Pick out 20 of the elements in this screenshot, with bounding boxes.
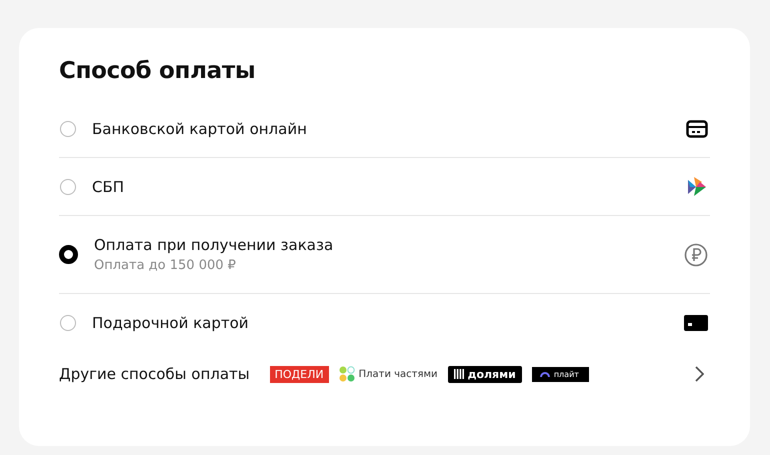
payment-option-label[interactable]: СБП [92,178,670,196]
radio-button[interactable] [60,178,76,194]
plait-logo: плайт [532,366,589,382]
radio-button[interactable] [59,245,78,264]
gift-card-icon [684,314,708,330]
payment-option-label[interactable]: Подарочной картой [92,314,668,332]
radio-button[interactable] [60,120,76,136]
payment-option-label[interactable]: Оплата при получении заказа [94,236,668,254]
ruble-icon [684,242,708,266]
podeli-logo: ПОДЕЛИ [270,366,329,382]
payment-limit-note: Оплата до 150 000 ₽ [94,258,237,273]
chevron-right-icon[interactable] [695,366,704,382]
payment-option-label[interactable]: Банковской картой онлайн [92,120,670,138]
plati-chastyami-logo: Плати частями [338,366,438,382]
section-title: Способ оплаты [59,58,256,84]
dolyami-logo: долями [448,366,522,382]
radio-button[interactable] [60,314,76,330]
sbp-logo-icon [686,176,708,198]
card-icon [686,120,708,138]
other-methods-label[interactable]: Другие способы оплаты [59,365,250,383]
